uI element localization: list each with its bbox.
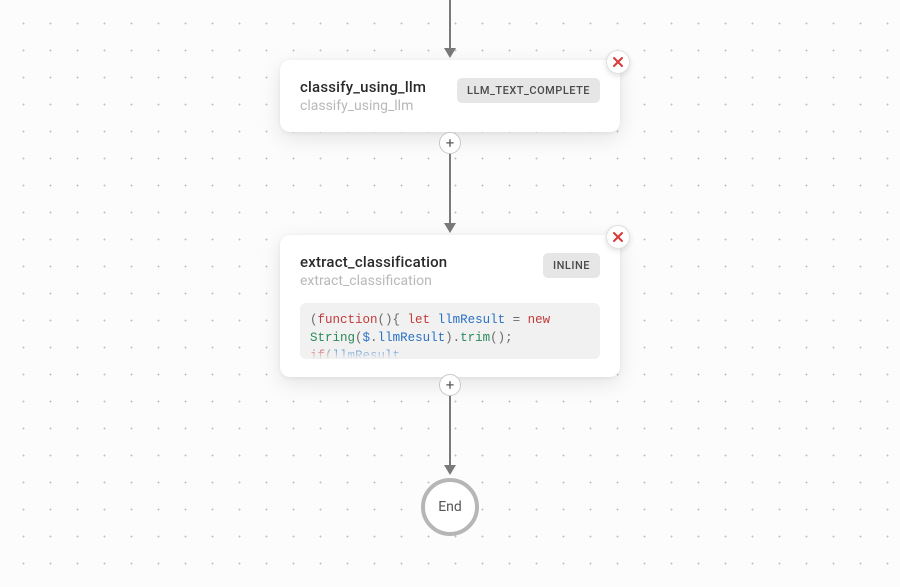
node-header: classify_using_llm classify_using_llm LL…: [300, 78, 600, 114]
edge-segment: [449, 143, 451, 223]
node-type-badge: INLINE: [543, 253, 600, 278]
code-preview: (function(){ let llmResult = newString($…: [300, 303, 600, 359]
end-node[interactable]: End: [421, 478, 479, 536]
arrowhead-icon: [444, 48, 456, 58]
node-subtitle: extract_classification: [300, 273, 531, 289]
close-button[interactable]: [606, 225, 630, 249]
end-label: End: [438, 499, 462, 515]
node-title: classify_using_llm: [300, 78, 445, 96]
node-header: extract_classification extract_classific…: [300, 253, 600, 289]
edge-segment: [449, 0, 451, 48]
add-node-button[interactable]: +: [439, 374, 461, 396]
arrowhead-icon: [444, 223, 456, 233]
plus-icon: +: [446, 378, 455, 393]
close-button[interactable]: [606, 50, 630, 74]
workflow-node-classify[interactable]: classify_using_llm classify_using_llm LL…: [280, 60, 620, 132]
workflow-node-extract[interactable]: extract_classification extract_classific…: [280, 235, 620, 377]
close-icon: [612, 56, 624, 68]
node-title: extract_classification: [300, 253, 531, 271]
plus-icon: +: [446, 136, 455, 151]
node-type-badge: LLM_TEXT_COMPLETE: [457, 78, 600, 103]
edge-segment: [449, 385, 451, 465]
arrowhead-icon: [444, 465, 456, 475]
add-node-button[interactable]: +: [439, 132, 461, 154]
workflow-canvas[interactable]: classify_using_llm classify_using_llm LL…: [0, 0, 900, 587]
close-icon: [612, 231, 624, 243]
node-subtitle: classify_using_llm: [300, 98, 445, 114]
